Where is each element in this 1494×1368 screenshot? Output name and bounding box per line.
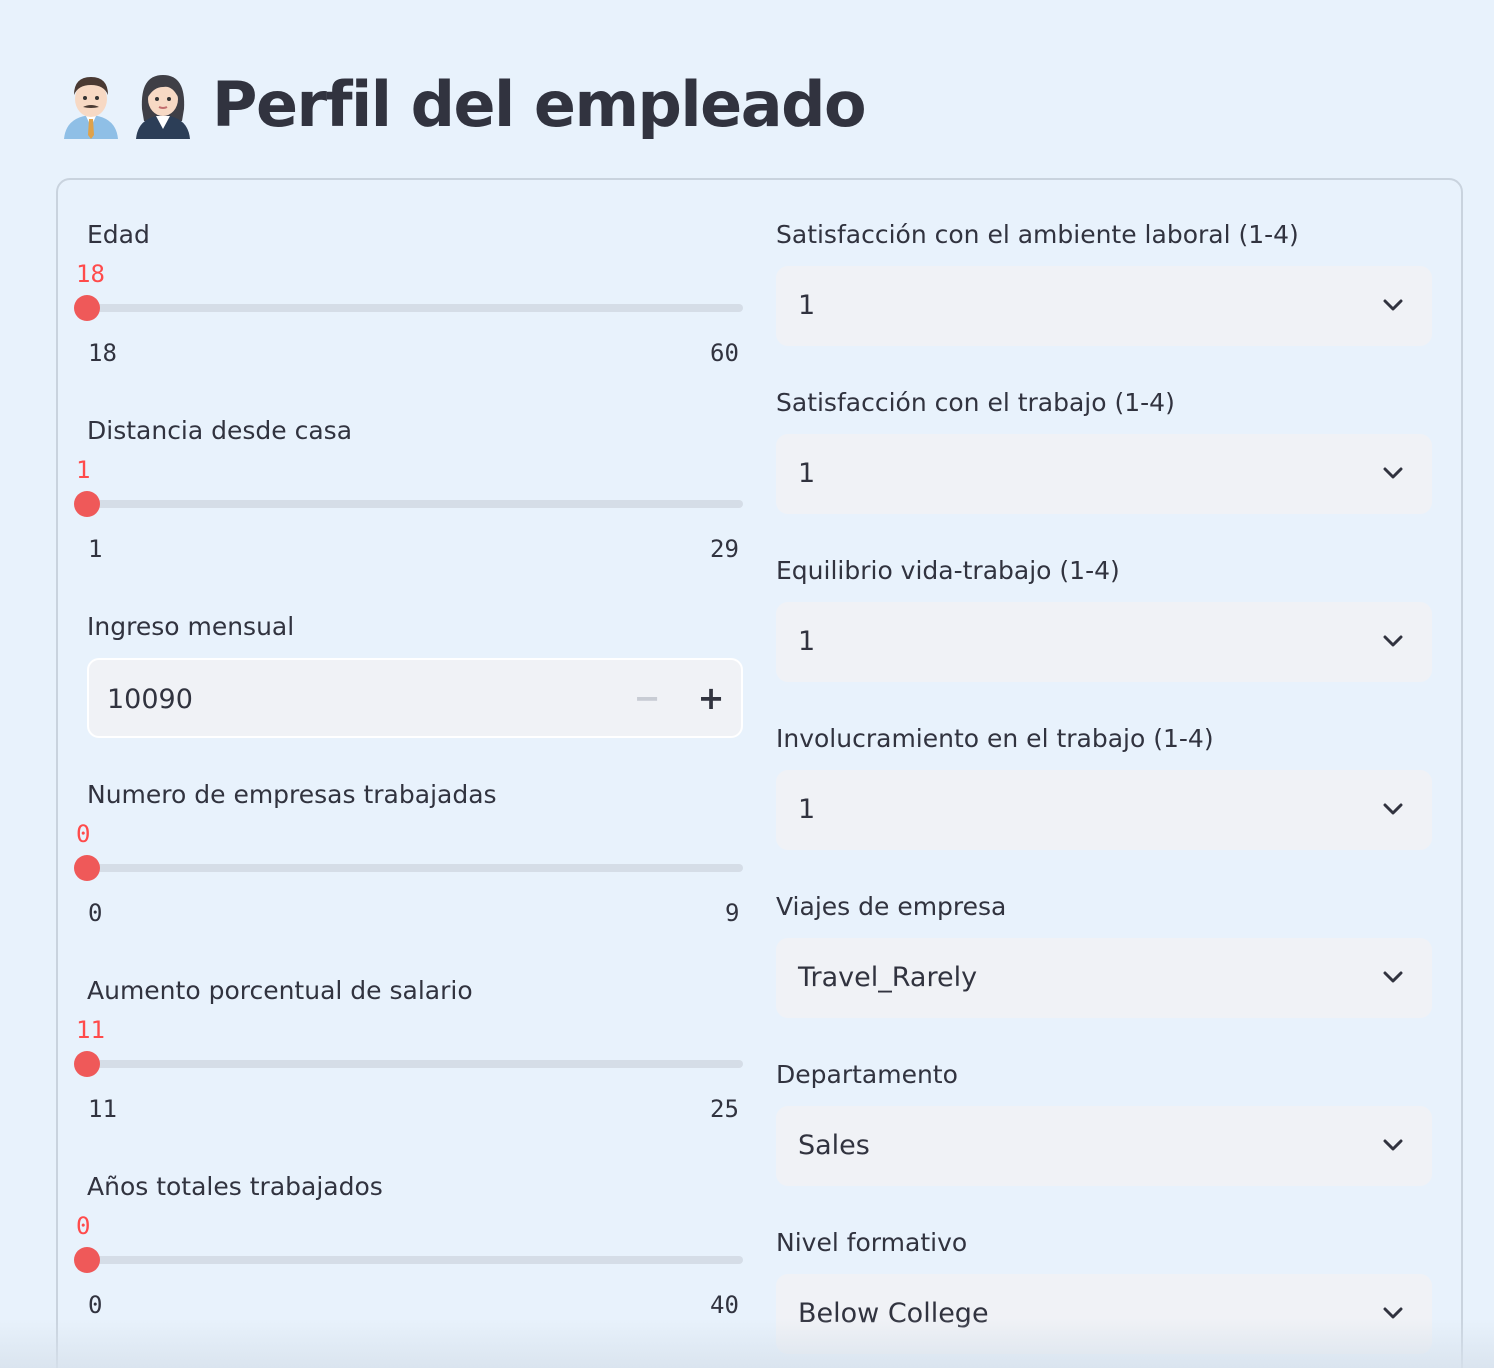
equilibrio-select-value: 1 <box>798 626 816 657</box>
empresas-slider-value: 0 <box>76 820 91 848</box>
trabajo-select[interactable]: 1 <box>776 434 1432 514</box>
equilibrio-label: Equilibrio vida-trabajo (1-4) <box>776 556 1120 585</box>
chevron-down-icon <box>1383 1139 1403 1151</box>
edad-slider-value: 18 <box>76 260 105 288</box>
viajes-label: Viajes de empresa <box>776 892 1007 921</box>
anios-slider-value: 0 <box>76 1212 91 1240</box>
involucramiento-label: Involucramiento en el trabajo (1-4) <box>776 724 1214 753</box>
trabajo-label: Satisfacción con el trabajo (1-4) <box>776 388 1175 417</box>
edad-slider[interactable] <box>74 295 743 321</box>
empresas-slider-thumb[interactable] <box>74 855 100 881</box>
chevron-down-icon <box>1383 467 1403 479</box>
page-title: Perfil del empleado <box>212 67 867 141</box>
distancia-slider-value: 1 <box>76 456 91 484</box>
ingreso-label: Ingreso mensual <box>87 612 295 641</box>
nivel-label: Nivel formativo <box>776 1228 968 1257</box>
departamento-label: Departamento <box>776 1060 958 1089</box>
aumento-slider[interactable] <box>74 1051 743 1077</box>
app-page: Perfil del empleado Edad 18 18 60 Distan… <box>0 0 1494 1368</box>
edad-slider-min: 18 <box>88 339 117 367</box>
aumento-slider-max: 25 <box>710 1095 739 1123</box>
edad-slider-thumb[interactable] <box>74 295 100 321</box>
man-office-worker-icon <box>60 69 122 139</box>
distancia-slider[interactable] <box>74 491 743 517</box>
involucramiento-select-value: 1 <box>798 794 816 825</box>
empresas-slider-min: 0 <box>88 899 103 927</box>
trabajo-select-value: 1 <box>798 458 816 489</box>
equilibrio-select[interactable]: 1 <box>776 602 1432 682</box>
distancia-label: Distancia desde casa <box>87 416 353 445</box>
chevron-down-icon <box>1383 1307 1403 1319</box>
chevron-down-icon <box>1383 803 1403 815</box>
nivel-select[interactable]: Below College <box>776 1274 1432 1354</box>
woman-office-worker-icon <box>132 69 194 139</box>
anios-label: Años totales trabajados <box>87 1172 383 1201</box>
anios-slider-thumb[interactable] <box>74 1247 100 1273</box>
distancia-slider-max: 29 <box>710 535 739 563</box>
involucramiento-select[interactable]: 1 <box>776 770 1432 850</box>
departamento-select-value: Sales <box>798 1130 870 1161</box>
ambiente-select-value: 1 <box>798 290 816 321</box>
viajes-select[interactable]: Travel_Rarely <box>776 938 1432 1018</box>
anios-slider[interactable] <box>74 1247 743 1273</box>
departamento-select[interactable]: Sales <box>776 1106 1432 1186</box>
distancia-slider-thumb[interactable] <box>74 491 100 517</box>
chevron-down-icon <box>1383 971 1403 983</box>
chevron-down-icon <box>1383 635 1403 647</box>
page-header: Perfil del empleado <box>60 62 867 146</box>
anios-slider-min: 0 <box>88 1291 103 1319</box>
ambiente-label: Satisfacción con el ambiente laboral (1-… <box>776 220 1299 249</box>
ingreso-number-input[interactable]: 10090 − + <box>87 658 743 738</box>
decrement-button[interactable]: − <box>627 678 667 718</box>
distancia-slider-min: 1 <box>88 535 103 563</box>
nivel-select-value: Below College <box>798 1298 989 1329</box>
edad-slider-max: 60 <box>710 339 739 367</box>
empresas-slider[interactable] <box>74 855 743 881</box>
chevron-down-icon <box>1383 299 1403 311</box>
empresas-slider-max: 9 <box>725 899 740 927</box>
viajes-select-value: Travel_Rarely <box>798 962 978 993</box>
ambiente-select[interactable]: 1 <box>776 266 1432 346</box>
aumento-slider-value: 11 <box>76 1016 105 1044</box>
increment-button[interactable]: + <box>691 678 731 718</box>
ingreso-value[interactable]: 10090 <box>107 684 193 715</box>
edad-label: Edad <box>87 220 150 249</box>
aumento-label: Aumento porcentual de salario <box>87 976 473 1005</box>
anios-slider-max: 40 <box>710 1291 739 1319</box>
empresas-label: Numero de empresas trabajadas <box>87 780 497 809</box>
aumento-slider-min: 11 <box>88 1095 117 1123</box>
aumento-slider-thumb[interactable] <box>74 1051 100 1077</box>
